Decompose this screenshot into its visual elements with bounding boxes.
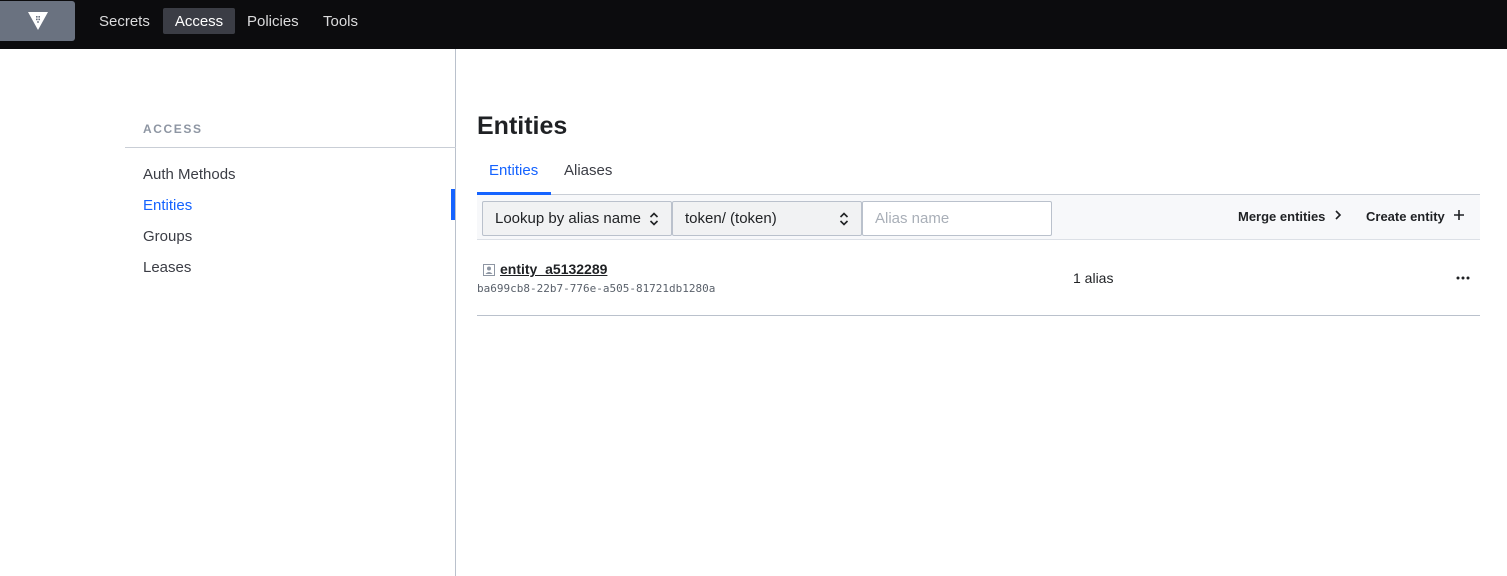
page-title: Entities xyxy=(477,112,568,140)
more-options-icon[interactable] xyxy=(1451,268,1475,288)
toolbar: Lookup by alias name token/ (token) Merg… xyxy=(477,195,1480,240)
user-square-icon xyxy=(483,263,495,281)
list-item[interactable]: entity_a5132289 ba699cb8-22b7-776e-a505-… xyxy=(477,240,1480,316)
entity-name-link[interactable]: entity_a5132289 xyxy=(500,261,607,277)
sidebar-heading: ACCESS xyxy=(143,122,203,136)
entity-alias-count: 1 alias xyxy=(1073,270,1114,286)
chevron-right-icon xyxy=(1333,209,1343,224)
sidebar: ACCESS Auth Methods Entities Groups Leas… xyxy=(0,49,456,576)
vault-logo-icon xyxy=(27,11,49,31)
lookup-select-value: Lookup by alias name xyxy=(495,210,641,227)
sidebar-active-indicator xyxy=(451,189,455,220)
top-nav: Secrets Access Policies Tools xyxy=(0,0,1507,49)
nav-policies[interactable]: Policies xyxy=(236,8,310,34)
lookup-select[interactable]: Lookup by alias name xyxy=(482,201,672,236)
auth-backend-select-value: token/ (token) xyxy=(685,210,777,227)
sidebar-divider xyxy=(125,147,456,148)
chevron-updown-icon xyxy=(649,211,659,231)
nav-tools[interactable]: Tools xyxy=(312,8,369,34)
tab-aliases[interactable]: Aliases xyxy=(564,162,612,179)
plus-icon xyxy=(1453,209,1465,224)
auth-backend-select[interactable]: token/ (token) xyxy=(672,201,862,236)
create-entity-button[interactable]: Create entity xyxy=(1366,209,1465,224)
vault-logo-button[interactable] xyxy=(0,1,75,41)
chevron-updown-icon xyxy=(839,211,849,231)
merge-entities-label: Merge entities xyxy=(1238,209,1326,224)
nav-secrets[interactable]: Secrets xyxy=(88,8,161,34)
sidebar-item-leases[interactable]: Leases xyxy=(143,259,191,276)
sidebar-item-auth-methods[interactable]: Auth Methods xyxy=(143,166,236,183)
alias-name-input[interactable] xyxy=(862,201,1052,236)
create-entity-label: Create entity xyxy=(1366,209,1445,224)
tab-entities[interactable]: Entities xyxy=(489,162,538,179)
nav-access[interactable]: Access xyxy=(163,8,235,34)
sidebar-item-groups[interactable]: Groups xyxy=(143,228,192,245)
entity-id: ba699cb8-22b7-776e-a505-81721db1280a xyxy=(477,282,716,295)
sidebar-item-entities[interactable]: Entities xyxy=(143,197,192,214)
merge-entities-button[interactable]: Merge entities xyxy=(1238,209,1343,224)
